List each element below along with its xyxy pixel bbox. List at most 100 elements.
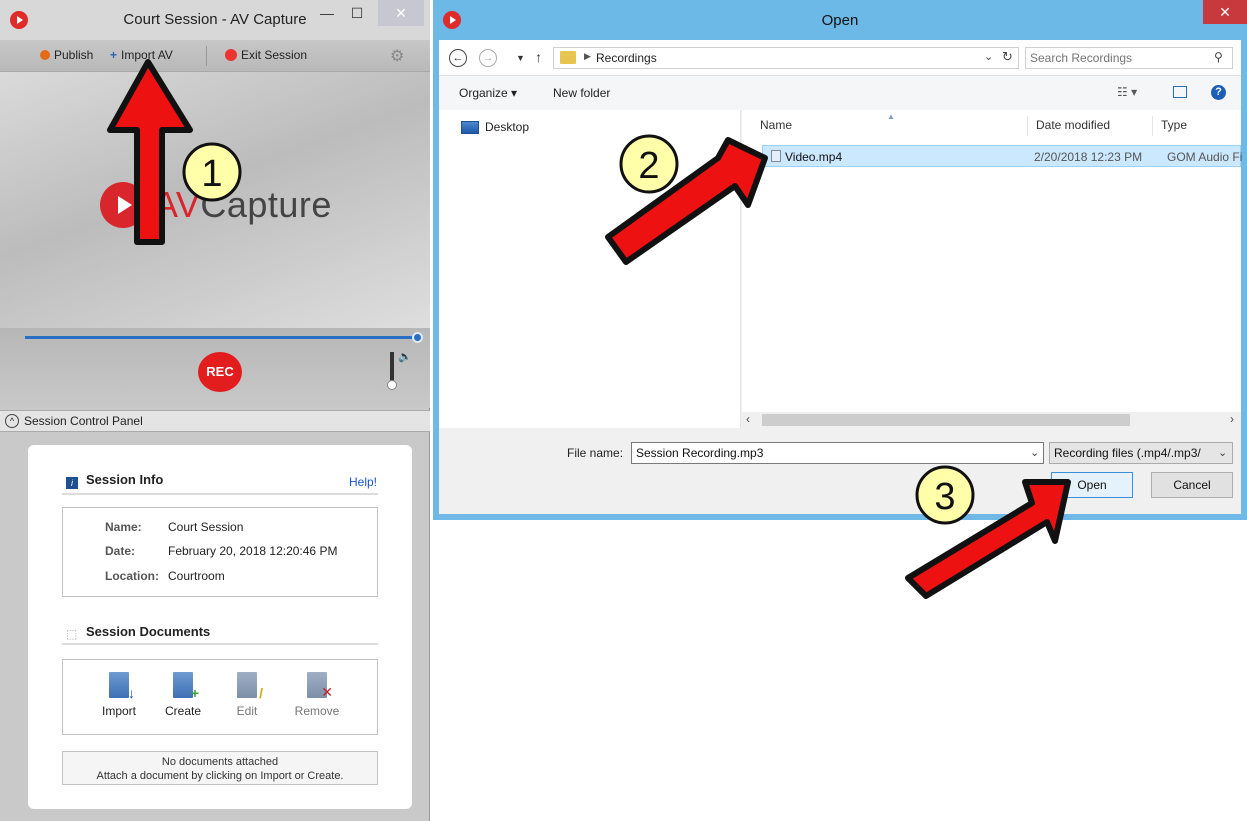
publish-label: Publish (54, 48, 94, 62)
av-titlebar: Court Session - AV Capture — ☐ ✕ (0, 0, 430, 40)
import-av-button[interactable]: + Import AV (110, 48, 173, 62)
publish-icon (40, 50, 50, 60)
av-capture-logo: AVCapture (100, 182, 332, 228)
new-folder-button[interactable]: New folder (553, 86, 610, 100)
create-document-button[interactable]: + Create (153, 672, 213, 718)
scroll-left-icon[interactable]: ‹ (746, 412, 750, 426)
file-list: ▲ Name Date modified Type Video.mp4 2/20… (742, 110, 1242, 428)
session-documents-title: Session Documents (86, 624, 211, 639)
edit-document-icon: / (237, 672, 263, 701)
search-icon[interactable]: ⚲ (1214, 50, 1223, 64)
info-icon: i (66, 477, 78, 489)
av-capture-window: Court Session - AV Capture — ☐ ✕ Publish… (0, 0, 430, 821)
breadcrumb[interactable]: Recordings (596, 51, 657, 65)
close-button[interactable]: ✕ (378, 0, 424, 26)
help-link[interactable]: Help! (349, 475, 377, 489)
organize-menu[interactable]: Organize ▾ (459, 86, 517, 100)
collapse-icon[interactable]: ^ (5, 414, 19, 428)
address-bar[interactable]: ▶ Recordings ⌄ ↻ (553, 47, 1019, 69)
volume-handle[interactable] (387, 380, 397, 390)
column-header-date[interactable]: Date modified (1036, 118, 1110, 132)
nav-item-desktop[interactable]: Desktop (461, 120, 529, 134)
timeline-track[interactable] (25, 336, 420, 339)
file-type: GOM Audio Fi (1167, 150, 1242, 164)
chevron-down-icon[interactable]: ⌄ (1030, 446, 1039, 459)
open-file-dialog: Open ✕ ← → ▼ ↑ ▶ Recordings ⌄ ↻ ⚲ (433, 0, 1247, 520)
session-control-panel: i Session Info Help! Name: Court Session… (28, 445, 412, 809)
column-header-type[interactable]: Type (1161, 118, 1187, 132)
documents-toolbar: ↓ Import + Create / Edit ✕ Remove (62, 659, 378, 735)
address-dropdown-icon[interactable]: ⌄ (984, 50, 993, 63)
up-button[interactable]: ↑ (535, 49, 542, 65)
import-document-button[interactable]: ↓ Import (89, 672, 149, 718)
file-name-input[interactable] (636, 445, 1016, 461)
empty-state-line1: No documents attached (161, 756, 279, 768)
media-file-icon (771, 150, 781, 162)
timeline-handle[interactable] (412, 332, 423, 343)
remove-document-button[interactable]: ✕ Remove (287, 672, 347, 718)
gear-icon[interactable]: ⚙ (390, 46, 404, 66)
help-icon[interactable]: ? (1211, 85, 1226, 100)
open-button[interactable]: Open (1051, 472, 1133, 498)
dialog-body: ← → ▼ ↑ ▶ Recordings ⌄ ↻ ⚲ Organize ▾ (439, 40, 1242, 514)
file-name-field[interactable]: ⌄ (631, 442, 1044, 464)
session-name-value: Court Session (168, 520, 244, 534)
column-divider[interactable] (1152, 116, 1153, 136)
navigation-pane: Desktop (439, 110, 741, 428)
session-date-value: February 20, 2018 12:20:46 PM (168, 544, 338, 558)
column-header-name[interactable]: Name (760, 118, 792, 132)
remove-document-icon: ✕ (307, 672, 333, 700)
recording-controls: REC 🔈 (0, 328, 430, 408)
create-document-icon: + (173, 672, 199, 701)
speaker-icon[interactable]: 🔈 (398, 350, 412, 363)
file-date: 2/20/2018 12:23 PM (1034, 150, 1143, 164)
change-view-icon[interactable]: ☷ ▾ (1117, 85, 1137, 99)
publish-button[interactable]: Publish (40, 48, 93, 62)
session-control-panel-header[interactable]: ^ Session Control Panel (0, 410, 430, 432)
column-divider[interactable] (1027, 116, 1028, 136)
file-row[interactable]: Video.mp4 2/20/2018 12:23 PM GOM Audio F… (762, 145, 1242, 167)
dialog-titlebar: Open ✕ (433, 0, 1247, 40)
scrollbar-thumb[interactable] (762, 414, 1130, 426)
av-logo-text: AVCapture (154, 184, 332, 225)
folder-icon (560, 51, 576, 64)
sort-ascending-icon: ▲ (887, 112, 895, 121)
video-preview: AVCapture (0, 72, 430, 328)
screenshot-stage: Court Session - AV Capture — ☐ ✕ Publish… (0, 0, 1247, 821)
back-button[interactable]: ← (449, 49, 467, 67)
refresh-icon[interactable]: ↻ (1002, 49, 1013, 65)
breadcrumb-separator-icon: ▶ (584, 51, 591, 61)
minimize-button[interactable]: — (312, 0, 342, 26)
address-bar-row: ← → ▼ ↑ ▶ Recordings ⌄ ↻ ⚲ (439, 40, 1241, 76)
recent-locations-chevron-icon[interactable]: ▼ (516, 53, 525, 63)
file-type-select[interactable]: Recording files (.mp4/.mp3/ ⌄ (1049, 442, 1233, 464)
import-av-icon: + (110, 48, 118, 62)
maximize-button[interactable]: ☐ (342, 0, 372, 26)
chevron-down-icon[interactable]: ⌄ (1218, 446, 1227, 459)
session-location-value: Courtroom (168, 569, 225, 583)
import-document-icon: ↓ (109, 672, 135, 701)
scroll-right-icon[interactable]: › (1230, 412, 1234, 426)
command-bar: Organize ▾ New folder ☷ ▾ ? (439, 76, 1241, 110)
av-toolbar: Publish + Import AV Exit Session ⚙ (0, 40, 430, 72)
forward-button[interactable]: → (479, 49, 497, 67)
section-divider (62, 493, 378, 495)
session-info-box: Name: Court Session Date: February 20, 2… (62, 507, 378, 597)
session-info-title: Session Info (86, 472, 164, 487)
panel-title: Session Control Panel (24, 414, 143, 428)
edit-document-button[interactable]: / Edit (217, 672, 277, 718)
search-input[interactable] (1030, 50, 1200, 66)
record-button[interactable]: REC (198, 352, 242, 392)
documents-icon: ⬚ (66, 627, 78, 641)
search-field[interactable]: ⚲ (1025, 47, 1233, 69)
empty-state-line2: Attach a document by clicking on Import … (96, 770, 344, 782)
horizontal-scrollbar[interactable]: ‹ › (742, 412, 1241, 428)
dialog-footer: File name: ⌄ Recording files (.mp4/.mp3/… (439, 428, 1241, 514)
dialog-close-button[interactable]: ✕ (1203, 0, 1247, 24)
exit-session-label: Exit Session (241, 48, 308, 62)
nav-item-label: Desktop (485, 120, 530, 134)
preview-pane-icon[interactable] (1173, 86, 1187, 98)
exit-session-button[interactable]: Exit Session (225, 48, 307, 62)
cancel-button[interactable]: Cancel (1151, 472, 1233, 498)
file-type-selected: Recording files (.mp4/.mp3/ (1054, 446, 1201, 460)
